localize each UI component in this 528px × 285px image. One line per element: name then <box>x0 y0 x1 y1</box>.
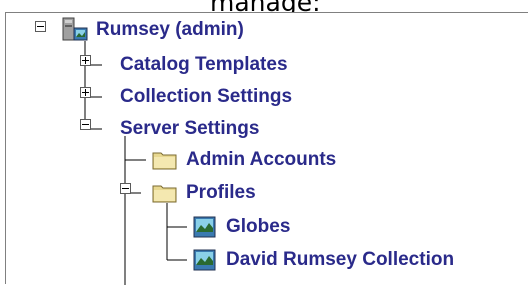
tree-node-admin-accounts[interactable]: Admin Accounts <box>151 144 336 176</box>
tree-node-label: Profiles <box>186 182 256 203</box>
tree-node-label: David Rumsey Collection <box>226 249 455 270</box>
root-collapse-toggle[interactable] <box>35 21 46 32</box>
server-settings-collapse-toggle[interactable] <box>80 119 91 130</box>
tree-node-profiles[interactable]: Profiles <box>151 177 256 209</box>
tree-node-label: Globes <box>226 216 291 237</box>
catalog-templates-expand-toggle[interactable] <box>80 55 91 66</box>
tree-node-david-rumsey-collection[interactable]: David Rumsey Collection <box>191 244 454 276</box>
tree-node-label: Server Settings <box>120 118 260 139</box>
tree-node-label: Admin Accounts <box>186 149 337 170</box>
profiles-collapse-toggle[interactable] <box>120 183 131 194</box>
server-icon <box>62 17 88 41</box>
folder-icon <box>152 152 177 170</box>
tree-node-label: Catalog Templates <box>120 54 288 75</box>
tree-node-globes[interactable]: Globes <box>191 211 290 243</box>
tree-node-catalog-templates[interactable]: Catalog Templates <box>120 49 288 81</box>
image-document-icon <box>193 216 216 238</box>
tree-node-server-settings[interactable]: Server Settings <box>120 113 259 145</box>
collection-settings-expand-toggle[interactable] <box>80 87 91 98</box>
tree-node-label: Rumsey (admin) <box>96 19 244 40</box>
tree-node-label: Collection Settings <box>120 86 293 107</box>
folder-icon <box>152 185 177 203</box>
tree-node-root[interactable]: Rumsey (admin) <box>61 14 244 46</box>
tree-node-collection-settings[interactable]: Collection Settings <box>120 81 292 113</box>
image-document-icon <box>193 249 216 271</box>
tree-panel: Rumsey (admin) Catalog Templates Collect… <box>5 12 528 285</box>
